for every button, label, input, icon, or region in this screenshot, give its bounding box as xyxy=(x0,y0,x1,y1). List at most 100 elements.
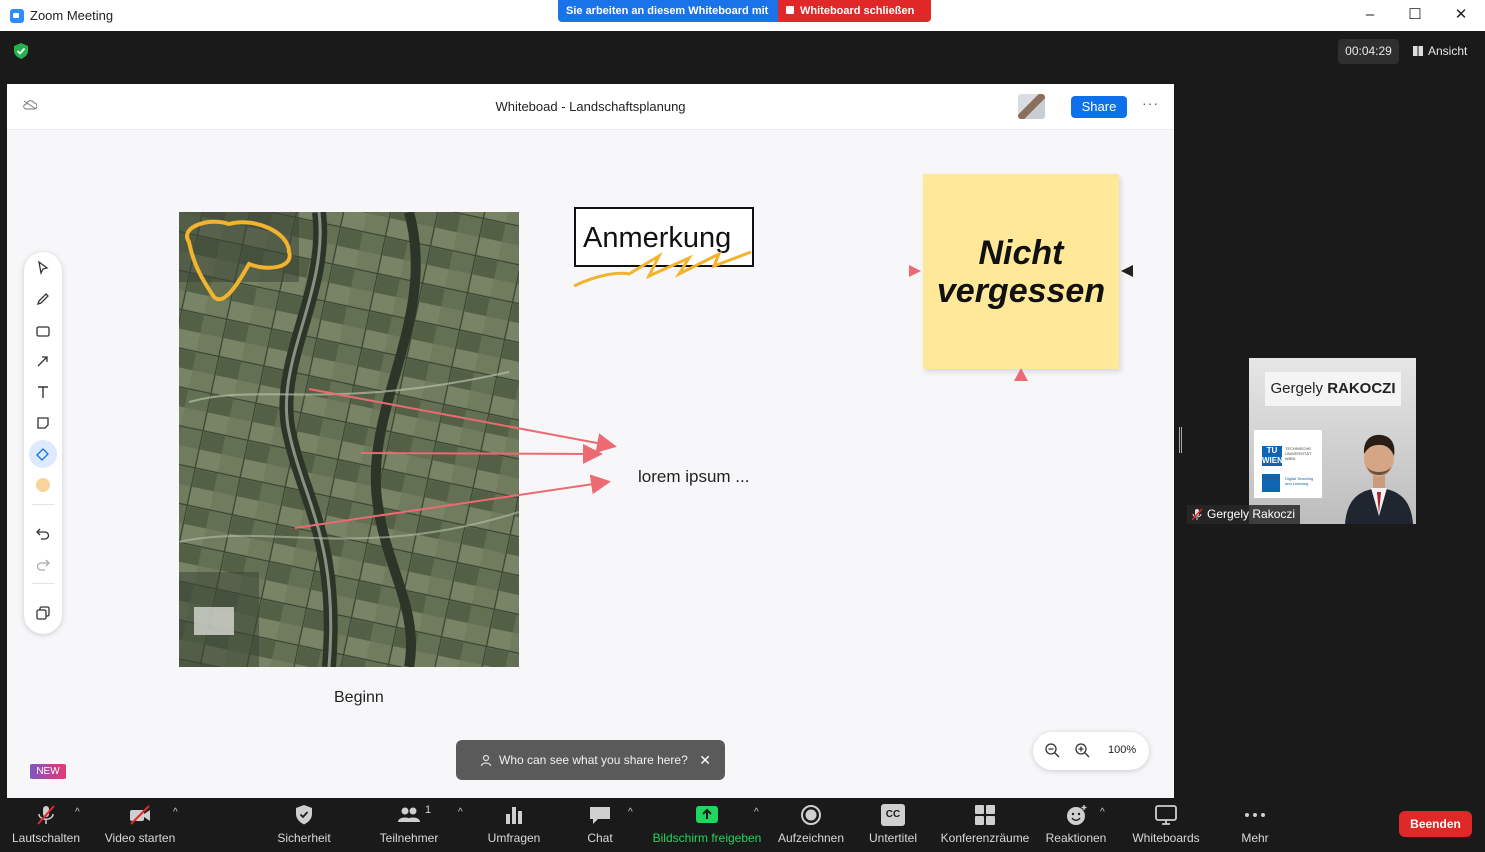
more-button[interactable]: Mehr xyxy=(1225,798,1285,852)
breakout-rooms-label: Konferenzräume xyxy=(940,831,1030,845)
copy-icon xyxy=(36,606,50,620)
share-screen-button[interactable]: Bildschirm freigeben xyxy=(647,798,767,852)
minimize-button[interactable]: – xyxy=(1347,0,1393,31)
zoom-controls: 100% xyxy=(1033,732,1149,770)
whiteboard-toolbar xyxy=(24,252,62,634)
meeting-timer: 00:04:29 xyxy=(1338,39,1399,64)
security-shield-icon[interactable] xyxy=(14,43,28,59)
zoom-app-icon xyxy=(10,9,24,23)
select-tool[interactable] xyxy=(29,254,57,282)
muted-mic-icon xyxy=(37,805,55,825)
free-text[interactable]: lorem ipsum ... xyxy=(638,467,749,487)
share-screen-label: Bildschirm freigeben xyxy=(652,831,762,845)
text-tool[interactable] xyxy=(29,378,57,406)
close-whiteboard-button[interactable]: Whiteboard schließen xyxy=(778,0,931,22)
arrow-3[interactable] xyxy=(294,474,611,529)
meeting-controls-bar: Lautschalten ^ Video starten ^ Sicherhei… xyxy=(0,798,1485,852)
polls-label: Umfragen xyxy=(487,831,541,845)
audio-options-caret[interactable]: ^ xyxy=(75,807,80,818)
security-label: Sicherheit xyxy=(277,831,331,845)
view-button[interactable]: Ansicht xyxy=(1407,39,1477,64)
arrow-1[interactable] xyxy=(308,388,617,453)
panel-splitter-handle[interactable] xyxy=(1179,427,1182,453)
cc-icon: CC xyxy=(881,804,905,826)
captions-label: Untertitel xyxy=(868,831,918,845)
rectangle-icon xyxy=(36,326,50,337)
whiteboard-icon xyxy=(1155,805,1177,825)
maximize-button[interactable]: ☐ xyxy=(1392,0,1438,31)
redo-icon xyxy=(36,559,50,571)
smiley-icon xyxy=(1067,805,1087,825)
whiteboard-info-banner: Sie arbeiten an diesem Whiteboard mit xyxy=(558,0,778,22)
banner-info-text: Sie arbeiten an diesem Whiteboard mit xyxy=(566,5,769,17)
video-off-icon xyxy=(130,805,150,825)
color-swatch xyxy=(36,478,50,492)
shield-icon xyxy=(296,805,312,825)
digital-teaching-caption: Digital Teaching and Learning xyxy=(1285,476,1314,486)
share-options-caret[interactable]: ^ xyxy=(754,807,759,818)
undo-icon xyxy=(36,528,50,540)
participant-photo xyxy=(1345,434,1413,524)
participant-video-tile[interactable]: Gergely RAKOCZI TU WIEN TECHNISCHE UNIVER… xyxy=(1249,358,1416,524)
reactions-options-caret[interactable]: ^ xyxy=(1100,807,1105,818)
tu-logo-text: TU xyxy=(1266,446,1278,455)
undo-button[interactable] xyxy=(29,519,57,547)
chat-button[interactable]: Chat xyxy=(570,798,630,852)
reactions-label: Reaktionen xyxy=(1045,831,1107,845)
color-picker[interactable] xyxy=(29,471,57,499)
sticky-note-icon xyxy=(37,417,49,429)
arrow-line-icon xyxy=(37,356,48,367)
zoom-out-icon[interactable] xyxy=(1043,741,1063,761)
share-visibility-toast[interactable]: Who can see what you share here? ✕ xyxy=(456,740,725,780)
sticky-note-tool[interactable] xyxy=(29,409,57,437)
share-screen-icon xyxy=(696,806,718,823)
security-button[interactable]: Sicherheit xyxy=(264,798,344,852)
digital-teaching-logo xyxy=(1262,474,1280,492)
whiteboards-button[interactable]: Whiteboards xyxy=(1126,798,1206,852)
video-options-caret[interactable]: ^ xyxy=(173,807,178,818)
templates-button[interactable] xyxy=(29,599,57,627)
tile-first-name: Gergely xyxy=(1270,380,1328,397)
text-icon xyxy=(38,386,48,398)
record-icon xyxy=(801,805,821,825)
record-label: Aufzeichnen xyxy=(777,831,845,845)
muted-mic-icon xyxy=(1191,508,1203,521)
redo-button[interactable] xyxy=(29,550,57,578)
breakout-rooms-button[interactable]: Konferenzräume xyxy=(936,798,1034,852)
end-meeting-button[interactable]: Beenden xyxy=(1399,811,1472,837)
video-button[interactable]: Video starten xyxy=(96,798,184,852)
more-label: Mehr xyxy=(1241,831,1269,845)
arrow-2[interactable] xyxy=(360,443,603,464)
eraser-tool[interactable] xyxy=(29,440,57,468)
person-icon xyxy=(480,754,492,766)
connector-tool[interactable] xyxy=(29,347,57,375)
participants-options-caret[interactable]: ^ xyxy=(458,807,463,818)
breakout-grid-icon xyxy=(975,805,995,825)
close-window-button[interactable]: ✕ xyxy=(1438,0,1484,31)
tu-logo-caption: TECHNISCHE UNIVERSITÄT WIEN xyxy=(1285,446,1312,461)
participants-button[interactable]: 1 Teilnehmer xyxy=(369,798,449,852)
participants-count: 1 xyxy=(425,804,432,816)
university-logo: TU WIEN TECHNISCHE UNIVERSITÄT WIEN Digit… xyxy=(1254,430,1322,498)
shape-tool[interactable] xyxy=(29,317,57,345)
participants-label: Teilnehmer xyxy=(379,831,439,845)
toast-close-button[interactable]: ✕ xyxy=(699,740,711,780)
chat-label: Chat xyxy=(587,831,613,845)
highlight-scribble[interactable] xyxy=(569,244,759,294)
zoom-in-icon[interactable] xyxy=(1073,741,1093,761)
whiteboard-canvas[interactable]: Whiteboad - Landschaftsplanung Share ···… xyxy=(7,84,1174,798)
chat-options-caret[interactable]: ^ xyxy=(628,807,633,818)
sticky-connector-handles[interactable] xyxy=(907,262,1137,386)
cursor-icon xyxy=(38,260,49,276)
participant-name-label: Gergely Rakoczi xyxy=(1187,505,1301,524)
record-button[interactable]: Aufzeichnen xyxy=(771,798,851,852)
pen-icon xyxy=(36,293,49,306)
chat-bubble-icon xyxy=(590,807,610,824)
zoom-level[interactable]: 100% xyxy=(1108,744,1136,756)
pen-tool[interactable] xyxy=(29,285,57,313)
close-whiteboard-label: Whiteboard schließen xyxy=(800,5,915,17)
polls-button[interactable]: Umfragen xyxy=(474,798,554,852)
mute-label: Lautschalten xyxy=(11,831,81,845)
captions-button[interactable]: CC Untertitel xyxy=(857,798,929,852)
eraser-icon xyxy=(36,448,49,461)
